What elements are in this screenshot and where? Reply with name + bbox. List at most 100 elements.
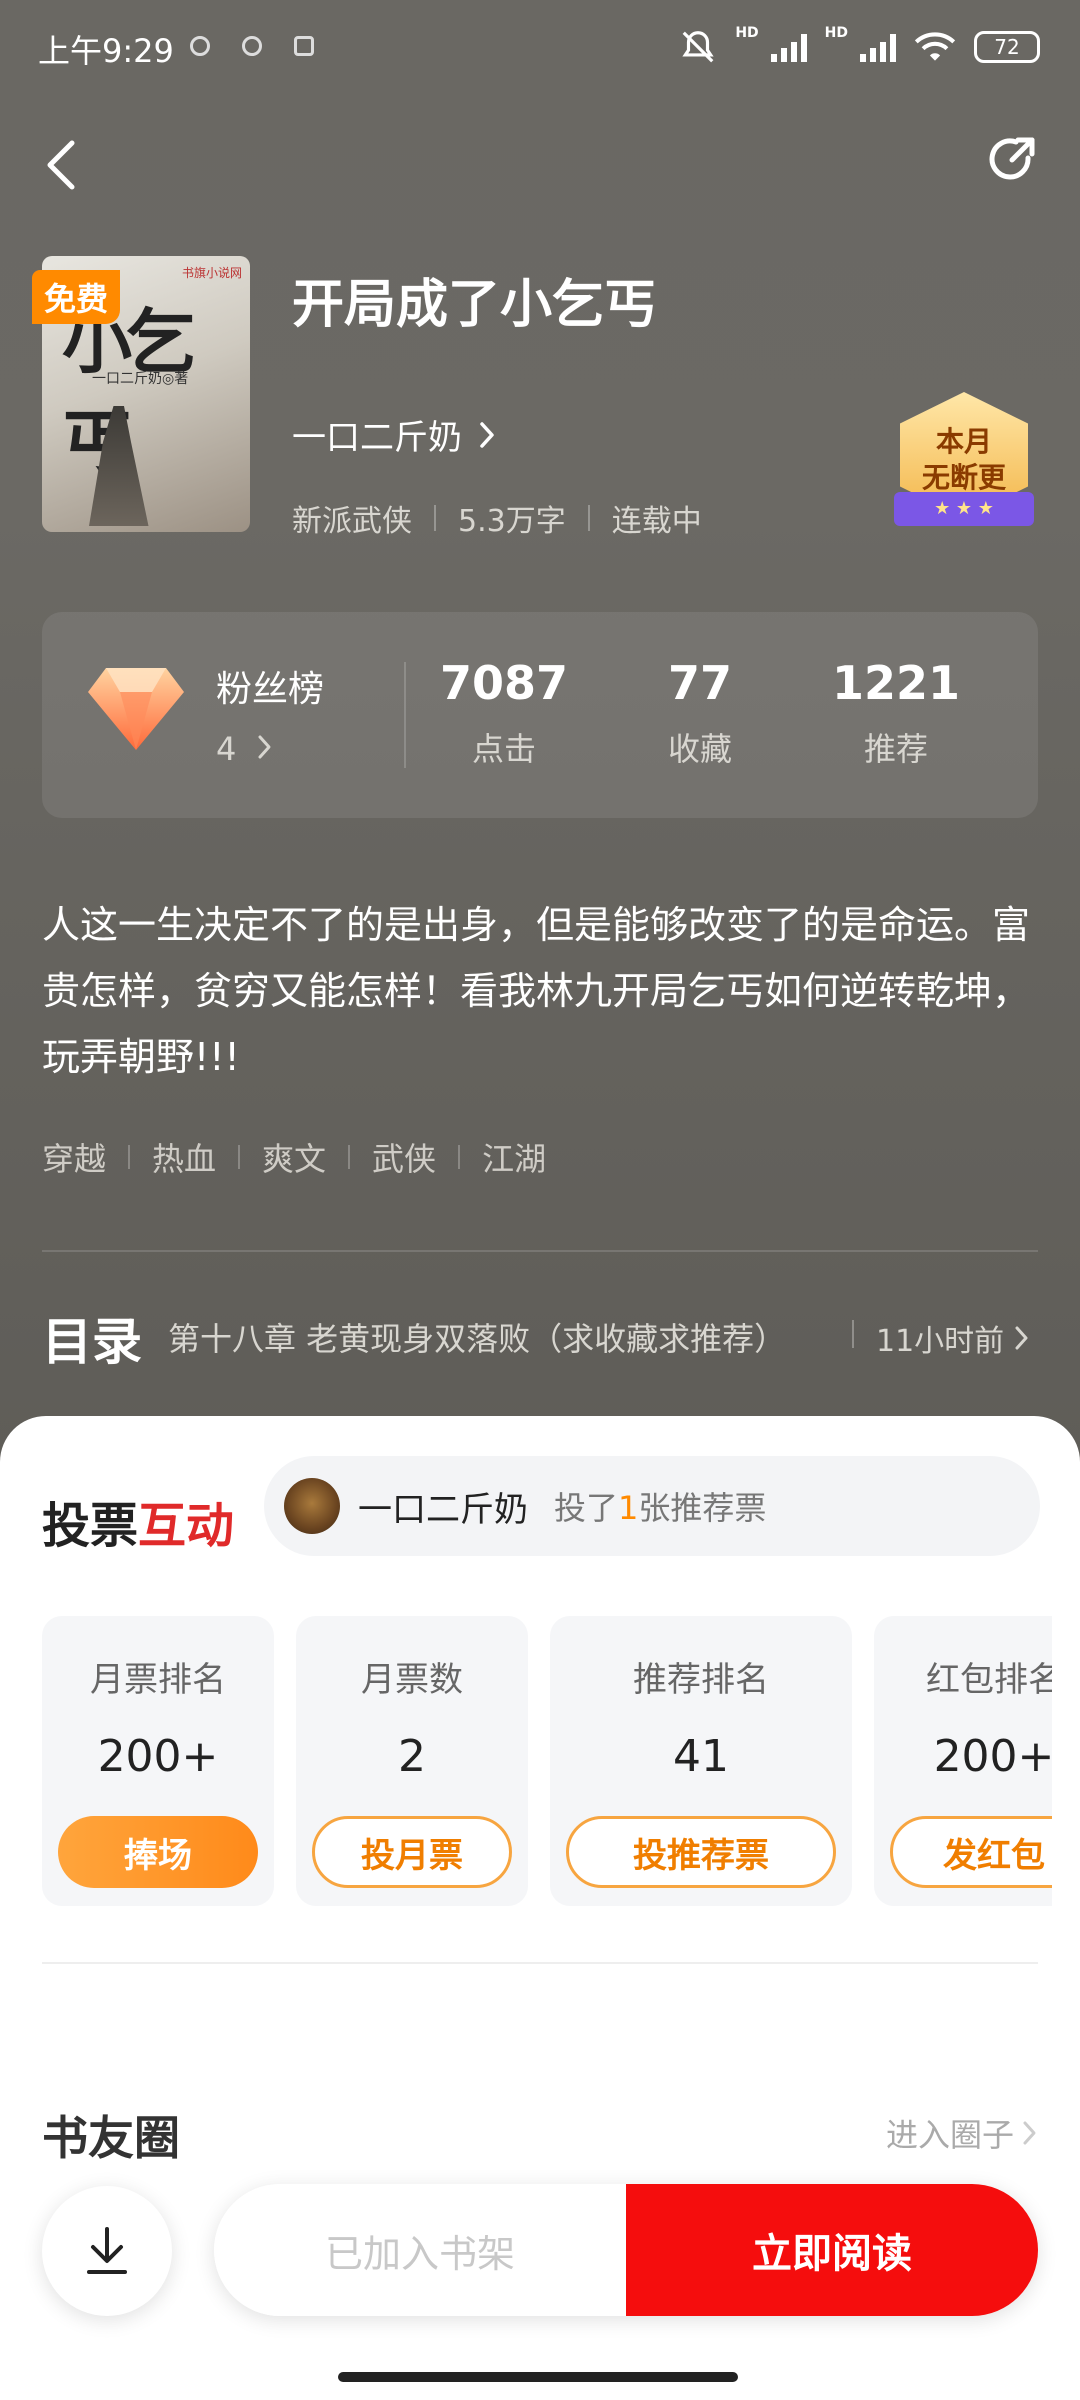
- card-value: 200+: [97, 1731, 219, 1782]
- tag[interactable]: 江湖: [482, 1134, 546, 1180]
- stats-card: 粉丝榜 4 7087 点击 77 收藏 1221 推荐: [42, 612, 1038, 818]
- toc-title[interactable]: 目录: [42, 1302, 142, 1374]
- status-bar: 上午9:29 HD HD 72: [0, 0, 1080, 96]
- divider: [42, 1250, 1038, 1252]
- vote-title-b: 互动: [138, 1498, 235, 1554]
- red-packet-button[interactable]: 发红包: [890, 1816, 1052, 1888]
- badge-ribbon: ★ ★ ★: [894, 492, 1034, 526]
- divider: [238, 1145, 241, 1169]
- divider: [128, 1145, 131, 1169]
- latest-chapter[interactable]: 第十八章 老黄现身双落败（求收藏求推荐）: [168, 1314, 808, 1360]
- avatar: [284, 1478, 340, 1534]
- voter-text: 投了1张推荐票: [554, 1483, 766, 1529]
- vote-section-title: 投票互动: [42, 1486, 234, 1556]
- chevron-right-icon: [258, 735, 271, 759]
- update-time: 11小时前: [876, 1324, 1005, 1359]
- stat-clicks: 7087 点击: [414, 656, 594, 770]
- book-description[interactable]: 人这一生决定不了的是出身，但是能够改变了的是命运。富贵怎样，贫穷又能怎样！看我林…: [42, 892, 1042, 1090]
- free-tag: 免费: [32, 270, 121, 324]
- badge-line1: 本月: [935, 425, 992, 458]
- home-indicator[interactable]: [338, 2372, 738, 2382]
- share-icon[interactable]: [982, 132, 1042, 192]
- action-bar: 已加入书架 立即阅读: [214, 2184, 1038, 2316]
- tag-list: 穿越 热血 爽文 武侠 江湖: [42, 1134, 546, 1180]
- stat-favorites: 77 收藏: [610, 656, 790, 770]
- signal-icon: [860, 32, 896, 62]
- stat-value: 1221: [831, 656, 961, 710]
- divider: [434, 505, 436, 531]
- signal-icon: [770, 32, 807, 62]
- recent-vote-pill[interactable]: 一口二斤奶 投了1张推荐票: [264, 1456, 1040, 1556]
- tag[interactable]: 爽文: [262, 1134, 326, 1180]
- chevron-right-icon: [480, 421, 494, 448]
- badge-line2: 无断更: [921, 461, 1006, 494]
- read-now-button[interactable]: 立即阅读: [626, 2184, 1038, 2316]
- book-circle-title: 书友圈: [42, 2111, 180, 2165]
- chevron-right-icon: [1015, 1326, 1028, 1350]
- diamond-icon[interactable]: [86, 660, 186, 756]
- divider: [852, 1320, 854, 1348]
- back-icon[interactable]: [40, 135, 84, 195]
- notification-icon: [242, 36, 262, 56]
- vote-title-a: 投票: [42, 1498, 139, 1554]
- toc-update-link[interactable]: 11小时前: [876, 1316, 1030, 1360]
- stat-value: 77: [667, 656, 732, 710]
- tag[interactable]: 热血: [152, 1134, 216, 1180]
- card-label: 红包排名: [926, 1660, 1052, 1700]
- card-value: 2: [398, 1731, 426, 1782]
- voter-name: 一口二斤奶: [358, 1489, 528, 1530]
- hd-label: HD: [735, 25, 759, 41]
- tag[interactable]: 穿越: [42, 1134, 106, 1180]
- card-label: 月票数: [361, 1660, 463, 1700]
- divider: [404, 662, 406, 768]
- fans-rank-link[interactable]: 4: [216, 730, 273, 768]
- download-button[interactable]: [42, 2186, 172, 2316]
- book-status: 连载中: [611, 504, 702, 539]
- tag[interactable]: 武侠: [372, 1134, 436, 1180]
- notification-icon: [190, 36, 210, 56]
- author-link[interactable]: 一口二斤奶: [292, 410, 496, 459]
- author-name: 一口二斤奶: [292, 418, 462, 458]
- monthly-vote-button[interactable]: 投月票: [312, 1816, 512, 1888]
- card-label: 月票排名: [90, 1660, 226, 1700]
- vote-card-recommend-rank: 推荐排名 41 投推荐票: [550, 1616, 852, 1906]
- divider: [587, 505, 590, 531]
- card-label: 推荐排名: [633, 1660, 769, 1700]
- book-word-count: 5.3万字: [458, 504, 566, 539]
- vote-card-redpacket-rank: 红包排名 200+ 发红包: [874, 1616, 1052, 1906]
- status-time: 上午9:29: [38, 32, 174, 70]
- chevron-right-icon: [1023, 2121, 1036, 2145]
- book-category: 新派武侠: [292, 504, 412, 539]
- divider: [458, 1145, 461, 1169]
- vote-cards[interactable]: 月票排名 200+ 捧场 月票数 2 投月票 推荐排名 41 投推荐票 红包排名…: [42, 1616, 1052, 1912]
- notification-icon: [294, 36, 314, 56]
- voter-count: 1: [618, 1489, 639, 1527]
- mute-bell-icon: [682, 31, 714, 63]
- divider: [42, 1962, 1038, 1964]
- vote-card-monthly-rank: 月票排名 200+ 捧场: [42, 1616, 274, 1906]
- book-meta: 新派武侠 5.3万字 连载中: [292, 496, 702, 540]
- badge-text: 本月 无断更: [894, 424, 1034, 496]
- battery-icon: 72: [974, 31, 1040, 63]
- divider: [348, 1145, 351, 1169]
- vote-card-monthly-tickets: 月票数 2 投月票: [296, 1616, 528, 1906]
- card-value: 41: [673, 1731, 729, 1782]
- cheer-button[interactable]: 捧场: [58, 1816, 258, 1888]
- download-icon: [87, 2227, 127, 2274]
- card-value: 200+: [933, 1731, 1052, 1782]
- stat-label: 收藏: [667, 730, 732, 768]
- book-title: 开局成了小乞丐: [292, 274, 657, 335]
- stat-value: 7087: [439, 656, 569, 710]
- stat-label: 推荐: [863, 730, 928, 768]
- stat-recommendations: 1221 推荐: [806, 656, 986, 770]
- cover-author: 一口二斤奶◎著: [92, 371, 189, 387]
- voter-pre: 投了: [554, 1489, 619, 1527]
- voter-post: 张推荐票: [638, 1489, 767, 1527]
- fans-rank-value: 4: [216, 730, 237, 768]
- wifi-icon: [914, 32, 956, 61]
- monthly-update-badge: 本月 无断更 ★ ★ ★: [894, 392, 1034, 540]
- enter-circle-link[interactable]: 进入圈子: [886, 2110, 1038, 2156]
- fans-rank-label[interactable]: 粉丝榜: [216, 660, 324, 712]
- recommend-vote-button[interactable]: 投推荐票: [566, 1816, 836, 1888]
- added-to-shelf-button[interactable]: 已加入书架: [214, 2184, 626, 2316]
